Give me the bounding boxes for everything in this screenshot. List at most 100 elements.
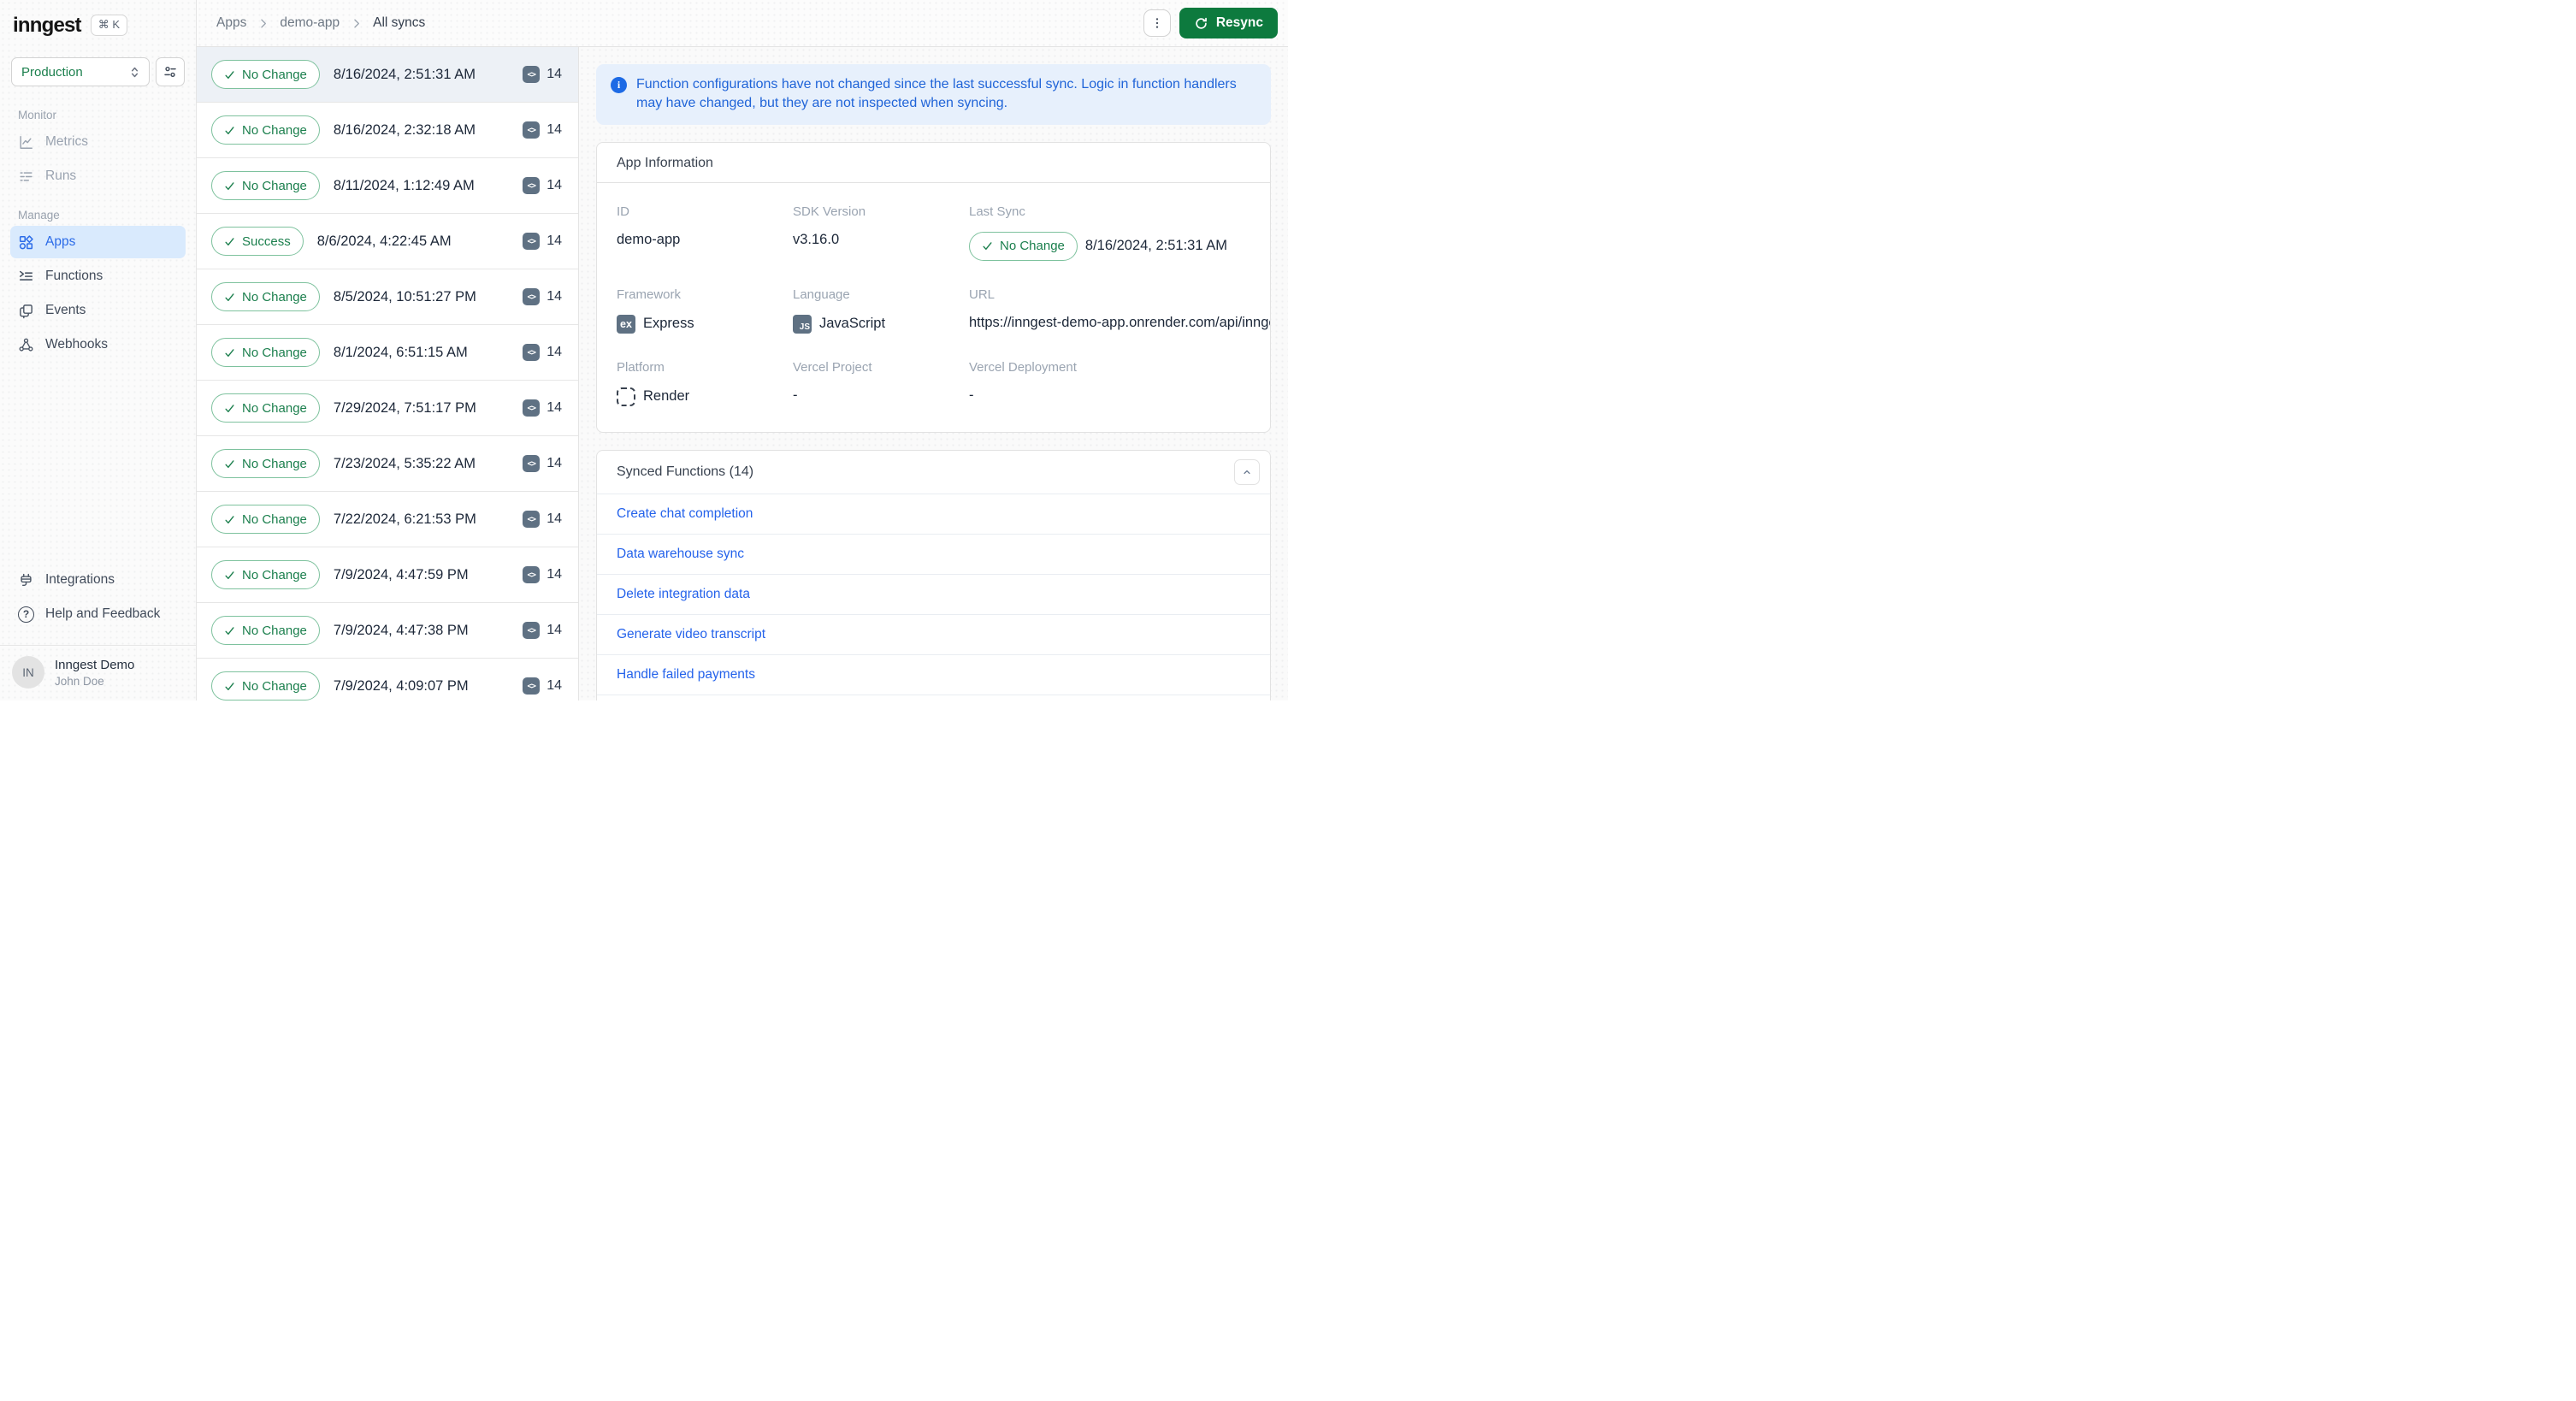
help-icon: ? [18, 606, 34, 623]
sync-status-badge: No Change [211, 393, 320, 423]
sync-row[interactable]: No Change 8/5/2024, 10:51:27 PM <> 14 [197, 269, 578, 325]
breadcrumb: Apps demo-app All syncs [216, 15, 425, 31]
sidebar-item-events[interactable]: Events [10, 294, 186, 327]
info-banner: i Function configurations have not chang… [596, 64, 1271, 125]
functions-count-icon: <> [523, 121, 541, 139]
synced-function-row[interactable]: Data warehouse sync [597, 533, 1270, 574]
collapse-button[interactable] [1234, 458, 1260, 485]
check-icon [225, 404, 234, 412]
synced-function-row[interactable]: Handle failed payments [597, 653, 1270, 695]
chevron-up-icon [1241, 466, 1253, 478]
app-information-title: App Information [617, 155, 713, 170]
sync-timestamp: 8/1/2024, 6:51:15 AM [333, 344, 468, 360]
integrations-icon [18, 572, 34, 588]
sidebar-item-label: Integrations [45, 572, 115, 587]
sidebar-item-functions[interactable]: Functions [10, 260, 186, 293]
check-icon [225, 459, 234, 468]
sync-status-badge: No Change [211, 449, 320, 478]
synced-function-row[interactable]: Delete integration data [597, 573, 1270, 614]
functions-count: 14 [547, 345, 562, 359]
sidebar-item-runs[interactable]: Runs [10, 160, 186, 192]
functions-count-icon: <> [523, 455, 541, 472]
sync-row[interactable]: No Change 7/9/2024, 4:47:59 PM <> 14 [197, 547, 578, 603]
sync-row[interactable]: Success 8/6/2024, 4:22:45 AM <> 14 [197, 214, 578, 269]
field-value: No Change 8/16/2024, 2:51:31 AM [969, 231, 1270, 261]
sidebar-item-apps[interactable]: Apps [10, 226, 186, 258]
field-label: Language [793, 287, 850, 302]
more-options-button[interactable] [1143, 9, 1171, 37]
user-profile[interactable]: IN Inngest Demo John Doe [0, 645, 196, 700]
sync-row[interactable]: No Change 7/9/2024, 4:47:38 PM <> 14 [197, 603, 578, 659]
functions-count-icon: <> [523, 677, 541, 695]
sync-row[interactable]: No Change 7/9/2024, 4:09:07 PM <> 14 [197, 659, 578, 700]
check-icon [225, 626, 234, 635]
synced-function-row[interactable]: Create chat completion [597, 493, 1270, 534]
breadcrumb-apps[interactable]: Apps [216, 15, 246, 31]
field-label: Platform [617, 359, 665, 375]
topbar: Apps demo-app All syncs Resync [197, 0, 1288, 47]
field-label: Vercel Deployment [969, 359, 1077, 375]
sidebar-item-label: Metrics [45, 134, 88, 149]
app-info-field: ID demo-app [617, 204, 793, 261]
sync-status-badge: No Change [211, 115, 320, 145]
sync-row[interactable]: No Change 7/23/2024, 5:35:22 AM <> 14 [197, 436, 578, 492]
function-link[interactable]: Handle failed payments [617, 667, 755, 683]
inngest-logo: inngest [13, 13, 82, 37]
environment-settings-button[interactable] [156, 57, 185, 86]
sidebar-item-webhooks[interactable]: Webhooks [10, 328, 186, 361]
app-info-field: URL https://inngest-demo-app.onrender.com… [969, 287, 1270, 334]
field-value: - [793, 387, 798, 403]
main-area: Apps demo-app All syncs Resync No Change… [197, 0, 1288, 700]
command-k-shortcut[interactable]: ⌘ K [90, 15, 128, 36]
sync-row[interactable]: No Change 7/29/2024, 7:51:17 PM <> 14 [197, 381, 578, 436]
check-icon [225, 515, 234, 523]
sync-row[interactable]: No Change 8/11/2024, 1:12:49 AM <> 14 [197, 158, 578, 214]
sync-row[interactable]: No Change 8/1/2024, 6:51:15 AM <> 14 [197, 325, 578, 381]
command-k-label: ⌘ K [97, 18, 121, 31]
sync-status-badge: No Change [211, 616, 320, 645]
field-label: ID [617, 204, 629, 219]
resync-button[interactable]: Resync [1179, 8, 1278, 38]
kebab-icon [1150, 16, 1164, 30]
sidebar-item-metrics[interactable]: Metrics [10, 126, 186, 158]
breadcrumb-demo-app[interactable]: demo-app [280, 15, 340, 31]
runs-icon [18, 168, 34, 185]
sidebar: inngest ⌘ K Production Monitor Metrics R… [0, 0, 197, 700]
check-icon [225, 570, 234, 579]
function-link[interactable]: Delete integration data [617, 587, 750, 602]
webhooks-icon [18, 337, 34, 353]
sync-detail-panel: i Function configurations have not chang… [579, 47, 1288, 700]
sync-status-badge: No Change [211, 505, 320, 534]
sync-status-badge: Success [211, 227, 304, 256]
section-label-manage: Manage [18, 209, 60, 222]
sidebar-item-help-and-feedback[interactable]: ? Help and Feedback [10, 598, 186, 630]
field-label: Last Sync [969, 204, 1025, 219]
check-icon [225, 682, 234, 690]
app-info-field: Vercel Deployment - [969, 359, 1270, 406]
sync-row[interactable]: No Change 8/16/2024, 2:51:31 AM <> 14 [197, 47, 578, 103]
user-name: John Doe [55, 674, 104, 688]
sync-list: No Change 8/16/2024, 2:51:31 AM <> 14 No… [197, 47, 579, 700]
sync-row[interactable]: No Change 7/22/2024, 6:21:53 PM <> 14 [197, 492, 578, 547]
field-value: demo-app [617, 231, 681, 247]
function-link[interactable]: Create chat completion [617, 506, 753, 522]
function-link[interactable]: Data warehouse sync [617, 547, 744, 562]
sidebar-item-integrations[interactable]: Integrations [10, 564, 186, 596]
avatar: IN [12, 656, 44, 689]
sync-status-badge: No Change [211, 171, 320, 200]
check-icon [225, 237, 234, 245]
synced-function-row[interactable]: Import data pipeline [597, 694, 1270, 700]
sync-row[interactable]: No Change 8/16/2024, 2:32:18 AM <> 14 [197, 103, 578, 158]
check-icon [225, 70, 234, 79]
environment-selector[interactable]: Production [11, 57, 150, 86]
sync-timestamp: 7/9/2024, 4:47:59 PM [333, 566, 469, 582]
events-icon [18, 303, 34, 319]
sync-timestamp: 7/29/2024, 7:51:17 PM [333, 399, 476, 416]
synced-function-row[interactable]: Generate video transcript [597, 613, 1270, 654]
sync-timestamp: 7/23/2024, 5:35:22 AM [333, 455, 476, 471]
functions-count: 14 [547, 289, 562, 304]
app-info-field: Vercel Project - [793, 360, 969, 406]
app-information-card: App Information ID demo-app SDK Version v3.… [596, 141, 1271, 433]
functions-count: 14 [547, 122, 562, 137]
function-link[interactable]: Generate video transcript [617, 627, 765, 642]
